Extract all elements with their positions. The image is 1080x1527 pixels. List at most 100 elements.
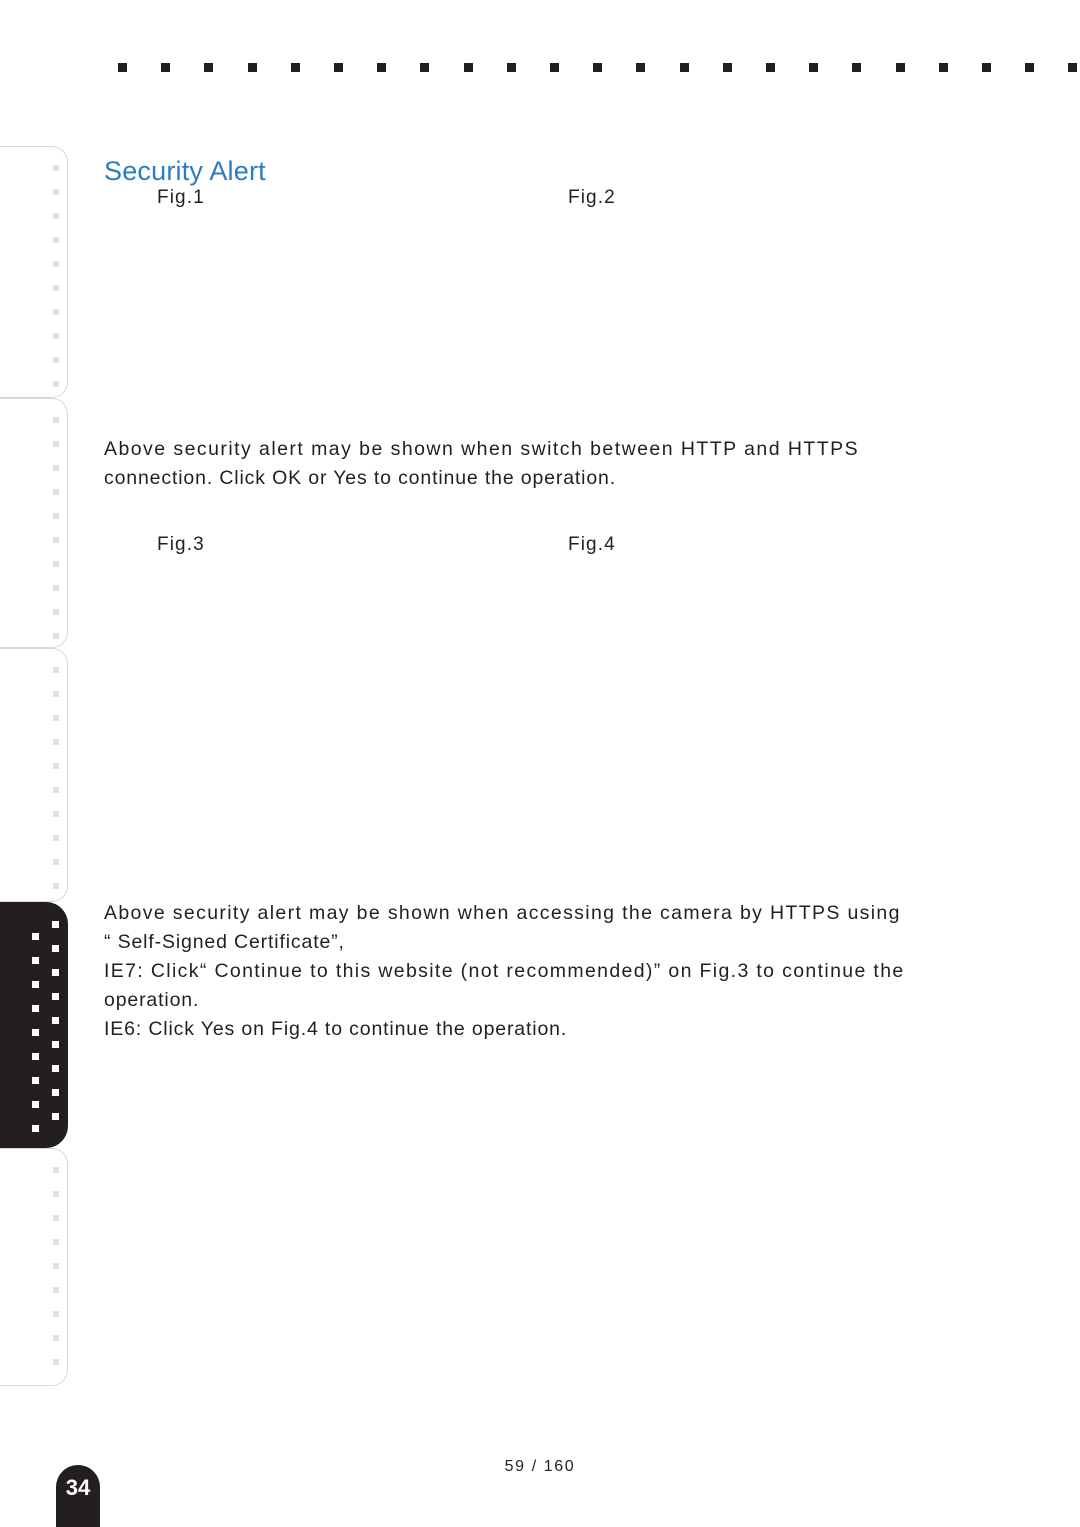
tab-dot <box>53 1191 59 1197</box>
header-dot <box>593 63 603 72</box>
tab-dot <box>53 537 59 543</box>
paragraph-self-signed-certificate-notice: Above security alert may be shown when a… <box>104 899 979 1044</box>
tab-dot <box>53 835 59 841</box>
tab-dot <box>52 921 59 928</box>
side-index-tab-1[interactable] <box>0 146 68 398</box>
tab-dot <box>52 993 59 1000</box>
tab-dot <box>53 585 59 591</box>
tab-dot <box>53 513 59 519</box>
tab-dot <box>52 969 59 976</box>
header-dot <box>982 63 991 72</box>
tab-dot <box>53 165 59 171</box>
tab-dot <box>53 441 59 447</box>
tab-dot <box>52 1065 59 1072</box>
paragraph-1-line-1: Above security alert may be shown when s… <box>104 438 860 460</box>
header-dot <box>766 63 775 72</box>
paragraph-2-line-2: “ Self-Signed Certificate”, <box>104 931 345 953</box>
side-index-tab-4-active[interactable] <box>0 902 68 1148</box>
tab-dot <box>53 715 59 721</box>
header-dot <box>204 63 214 72</box>
tab-dot <box>32 1005 39 1012</box>
tab-dot <box>53 1263 59 1269</box>
header-dot <box>506 63 516 72</box>
header-dot <box>636 63 646 72</box>
header-dot <box>1068 63 1078 72</box>
tab-dot <box>53 357 59 363</box>
tab-dot <box>32 957 39 964</box>
header-dot <box>118 63 127 72</box>
tab-dot <box>52 1089 59 1096</box>
tab-dot <box>32 1053 39 1060</box>
header-dot <box>247 63 257 72</box>
tab-dot <box>53 633 59 639</box>
tab-dot <box>53 189 59 195</box>
tab-dot <box>53 285 59 291</box>
figure-caption-row-2: Fig.3 Fig.4 <box>104 534 994 560</box>
tab-dot <box>52 945 59 952</box>
paragraph-2-line-5: IE6: Click Yes on Fig.4 to continue the … <box>104 1018 568 1040</box>
tab-dot <box>53 609 59 615</box>
figure-label-fig2: Fig.2 <box>568 187 616 208</box>
tab-dot <box>53 859 59 865</box>
tab-dot <box>53 763 59 769</box>
header-dot <box>852 63 862 72</box>
tab-dot <box>32 1077 39 1084</box>
header-dot <box>809 63 819 72</box>
tab-dot <box>53 261 59 267</box>
tab-dot <box>52 1041 59 1048</box>
header-dot <box>161 63 171 72</box>
header-dot <box>334 63 343 72</box>
figure-label-fig1: Fig.1 <box>157 187 205 208</box>
header-dot <box>463 63 473 72</box>
header-dot <box>420 63 430 72</box>
tab-dot <box>53 739 59 745</box>
header-dot <box>377 63 387 72</box>
tab-dot <box>52 1017 59 1024</box>
tab-dot <box>53 691 59 697</box>
paragraph-2-line-3: IE7: Click“ Continue to this website (no… <box>104 960 905 982</box>
paragraph-1-line-2: connection. Click OK or Yes to continue … <box>104 467 617 489</box>
side-index-tab-2[interactable] <box>0 398 68 648</box>
tab-dot <box>53 333 59 339</box>
tab-dot <box>53 1215 59 1221</box>
tab-dot <box>53 381 59 387</box>
tab-dot <box>32 933 39 940</box>
tab-dot <box>53 1359 59 1365</box>
tab-dot <box>32 1101 39 1108</box>
tab-dot <box>53 213 59 219</box>
tab-dot <box>53 465 59 471</box>
header-dot <box>290 63 300 72</box>
tab-dot <box>53 667 59 673</box>
tab-dot <box>53 1239 59 1245</box>
figure-label-fig4: Fig.4 <box>568 534 616 555</box>
paragraph-2-line-1: Above security alert may be shown when a… <box>104 902 901 924</box>
tab-dot <box>53 1167 59 1173</box>
header-dot <box>722 63 732 72</box>
tab-dot <box>53 787 59 793</box>
tab-dot <box>53 1311 59 1317</box>
tab-dot <box>53 417 59 423</box>
side-index-tab-5[interactable] <box>0 1148 68 1386</box>
side-index-tab-3[interactable] <box>0 648 68 902</box>
header-dot <box>938 63 948 72</box>
tab-dot <box>53 561 59 567</box>
tab-dot <box>53 309 59 315</box>
figure-caption-row-1: Fig.1 Fig.2 <box>104 187 994 213</box>
tab-dot <box>53 489 59 495</box>
tab-dot <box>53 1335 59 1341</box>
tab-dot <box>32 1029 39 1036</box>
tab-dot <box>53 1287 59 1293</box>
tab-dot <box>53 811 59 817</box>
tab-dot <box>52 1113 59 1120</box>
header-dot-rule <box>0 63 1080 75</box>
page-footer: 59 / 160 <box>504 1458 576 1475</box>
tab-dot <box>53 237 59 243</box>
header-dot <box>550 63 559 72</box>
tab-dot <box>53 883 59 889</box>
figure-label-fig3: Fig.3 <box>157 534 205 555</box>
header-dot <box>895 63 905 72</box>
header-dot <box>679 63 689 72</box>
tab-dot <box>32 1125 39 1132</box>
side-index-tabs <box>0 0 72 1527</box>
paragraph-http-https-notice: Above security alert may be shown when s… <box>104 435 979 493</box>
